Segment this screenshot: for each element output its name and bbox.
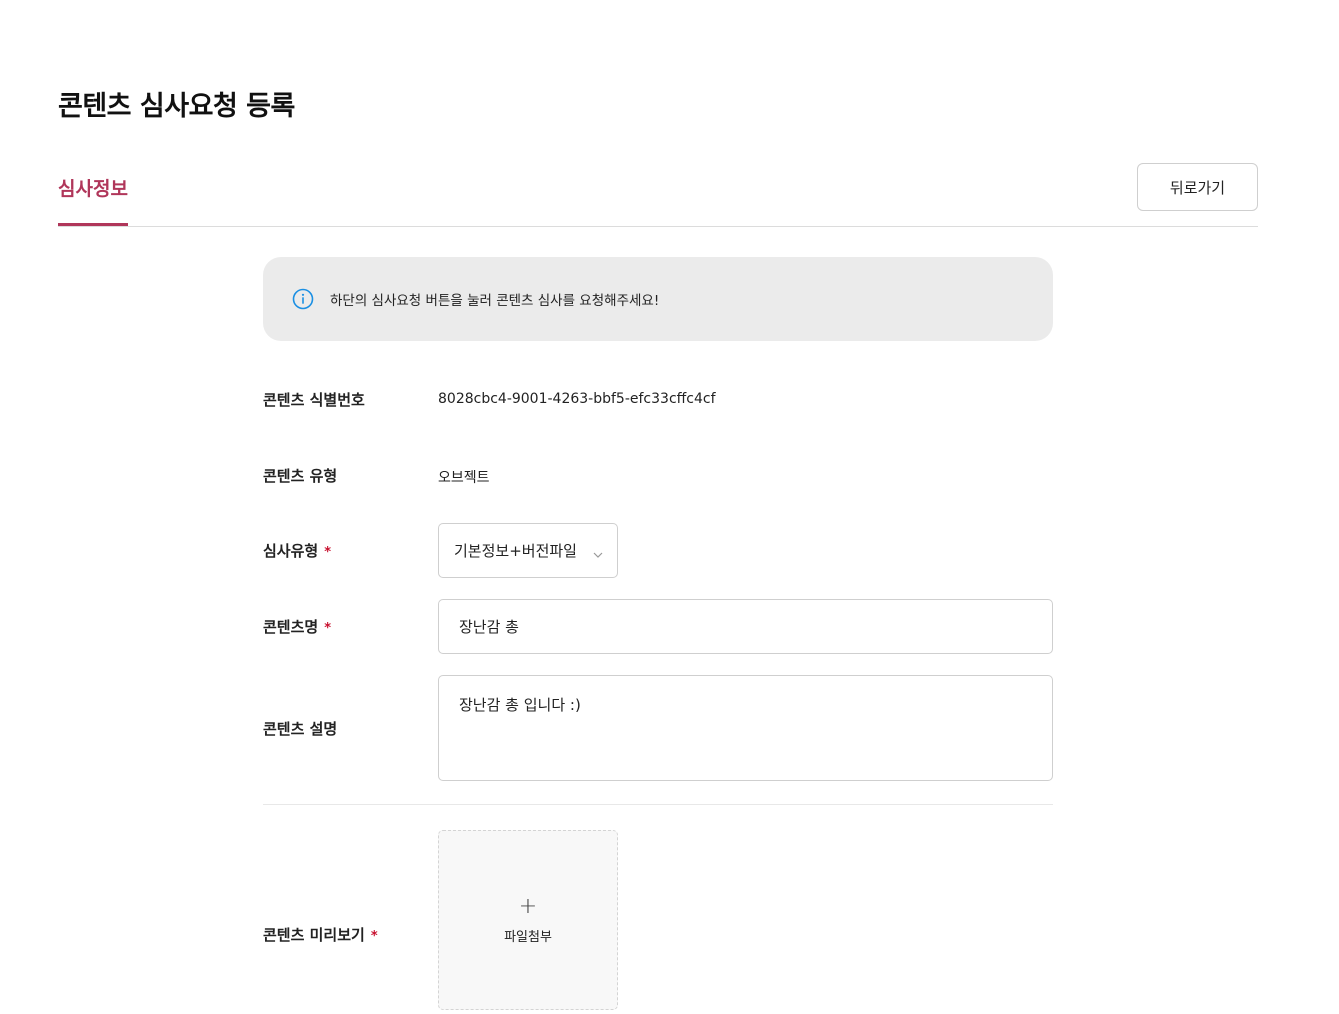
- back-button[interactable]: 뒤로가기: [1137, 163, 1258, 211]
- file-upload-box[interactable]: + 파일첨부: [438, 830, 618, 1010]
- content-type-value: 오브젝트: [438, 470, 490, 486]
- file-upload-label: 파일첨부: [504, 929, 552, 945]
- content-name-input[interactable]: 장난감 총: [438, 599, 1053, 654]
- info-icon: [292, 288, 314, 310]
- required-mark: *: [324, 545, 332, 560]
- content-name-label: 콘텐츠명 *: [263, 616, 331, 637]
- content-description-textarea[interactable]: 장난감 총 입니다 :): [438, 675, 1053, 781]
- notice-banner: 하단의 심사요청 버튼을 눌러 콘텐츠 심사를 요청해주세요!: [263, 257, 1053, 341]
- required-mark: *: [324, 621, 332, 636]
- tab-review-info[interactable]: 심사정보: [58, 174, 128, 226]
- review-type-label-text: 심사유형: [263, 542, 319, 560]
- content-type-label: 콘텐츠 유형: [263, 467, 338, 485]
- review-type-selected: 기본정보+버전파일: [454, 542, 577, 560]
- content-id-label: 콘텐츠 식별번호: [263, 391, 365, 409]
- content-name-label-text: 콘텐츠명: [263, 618, 319, 636]
- content-id-value: 8028cbc4-9001-4263-bbf5-efc33cffc4cf: [438, 391, 716, 407]
- content-preview-label-text: 콘텐츠 미리보기: [263, 926, 365, 944]
- content-preview-label: 콘텐츠 미리보기 *: [263, 924, 378, 945]
- review-type-label: 심사유형 *: [263, 540, 331, 561]
- required-mark: *: [370, 929, 378, 944]
- page-title: 콘텐츠 심사요청 등록: [58, 91, 295, 122]
- tab-bar: 심사정보 뒤로가기: [58, 160, 1258, 227]
- plus-icon: +: [518, 893, 538, 919]
- chevron-down-icon: [593, 546, 603, 558]
- content-description-label: 콘텐츠 설명: [263, 720, 338, 738]
- section-divider: [263, 804, 1053, 805]
- notice-text: 하단의 심사요청 버튼을 눌러 콘텐츠 심사를 요청해주세요!: [330, 293, 660, 309]
- review-type-select[interactable]: 기본정보+버전파일: [438, 523, 618, 578]
